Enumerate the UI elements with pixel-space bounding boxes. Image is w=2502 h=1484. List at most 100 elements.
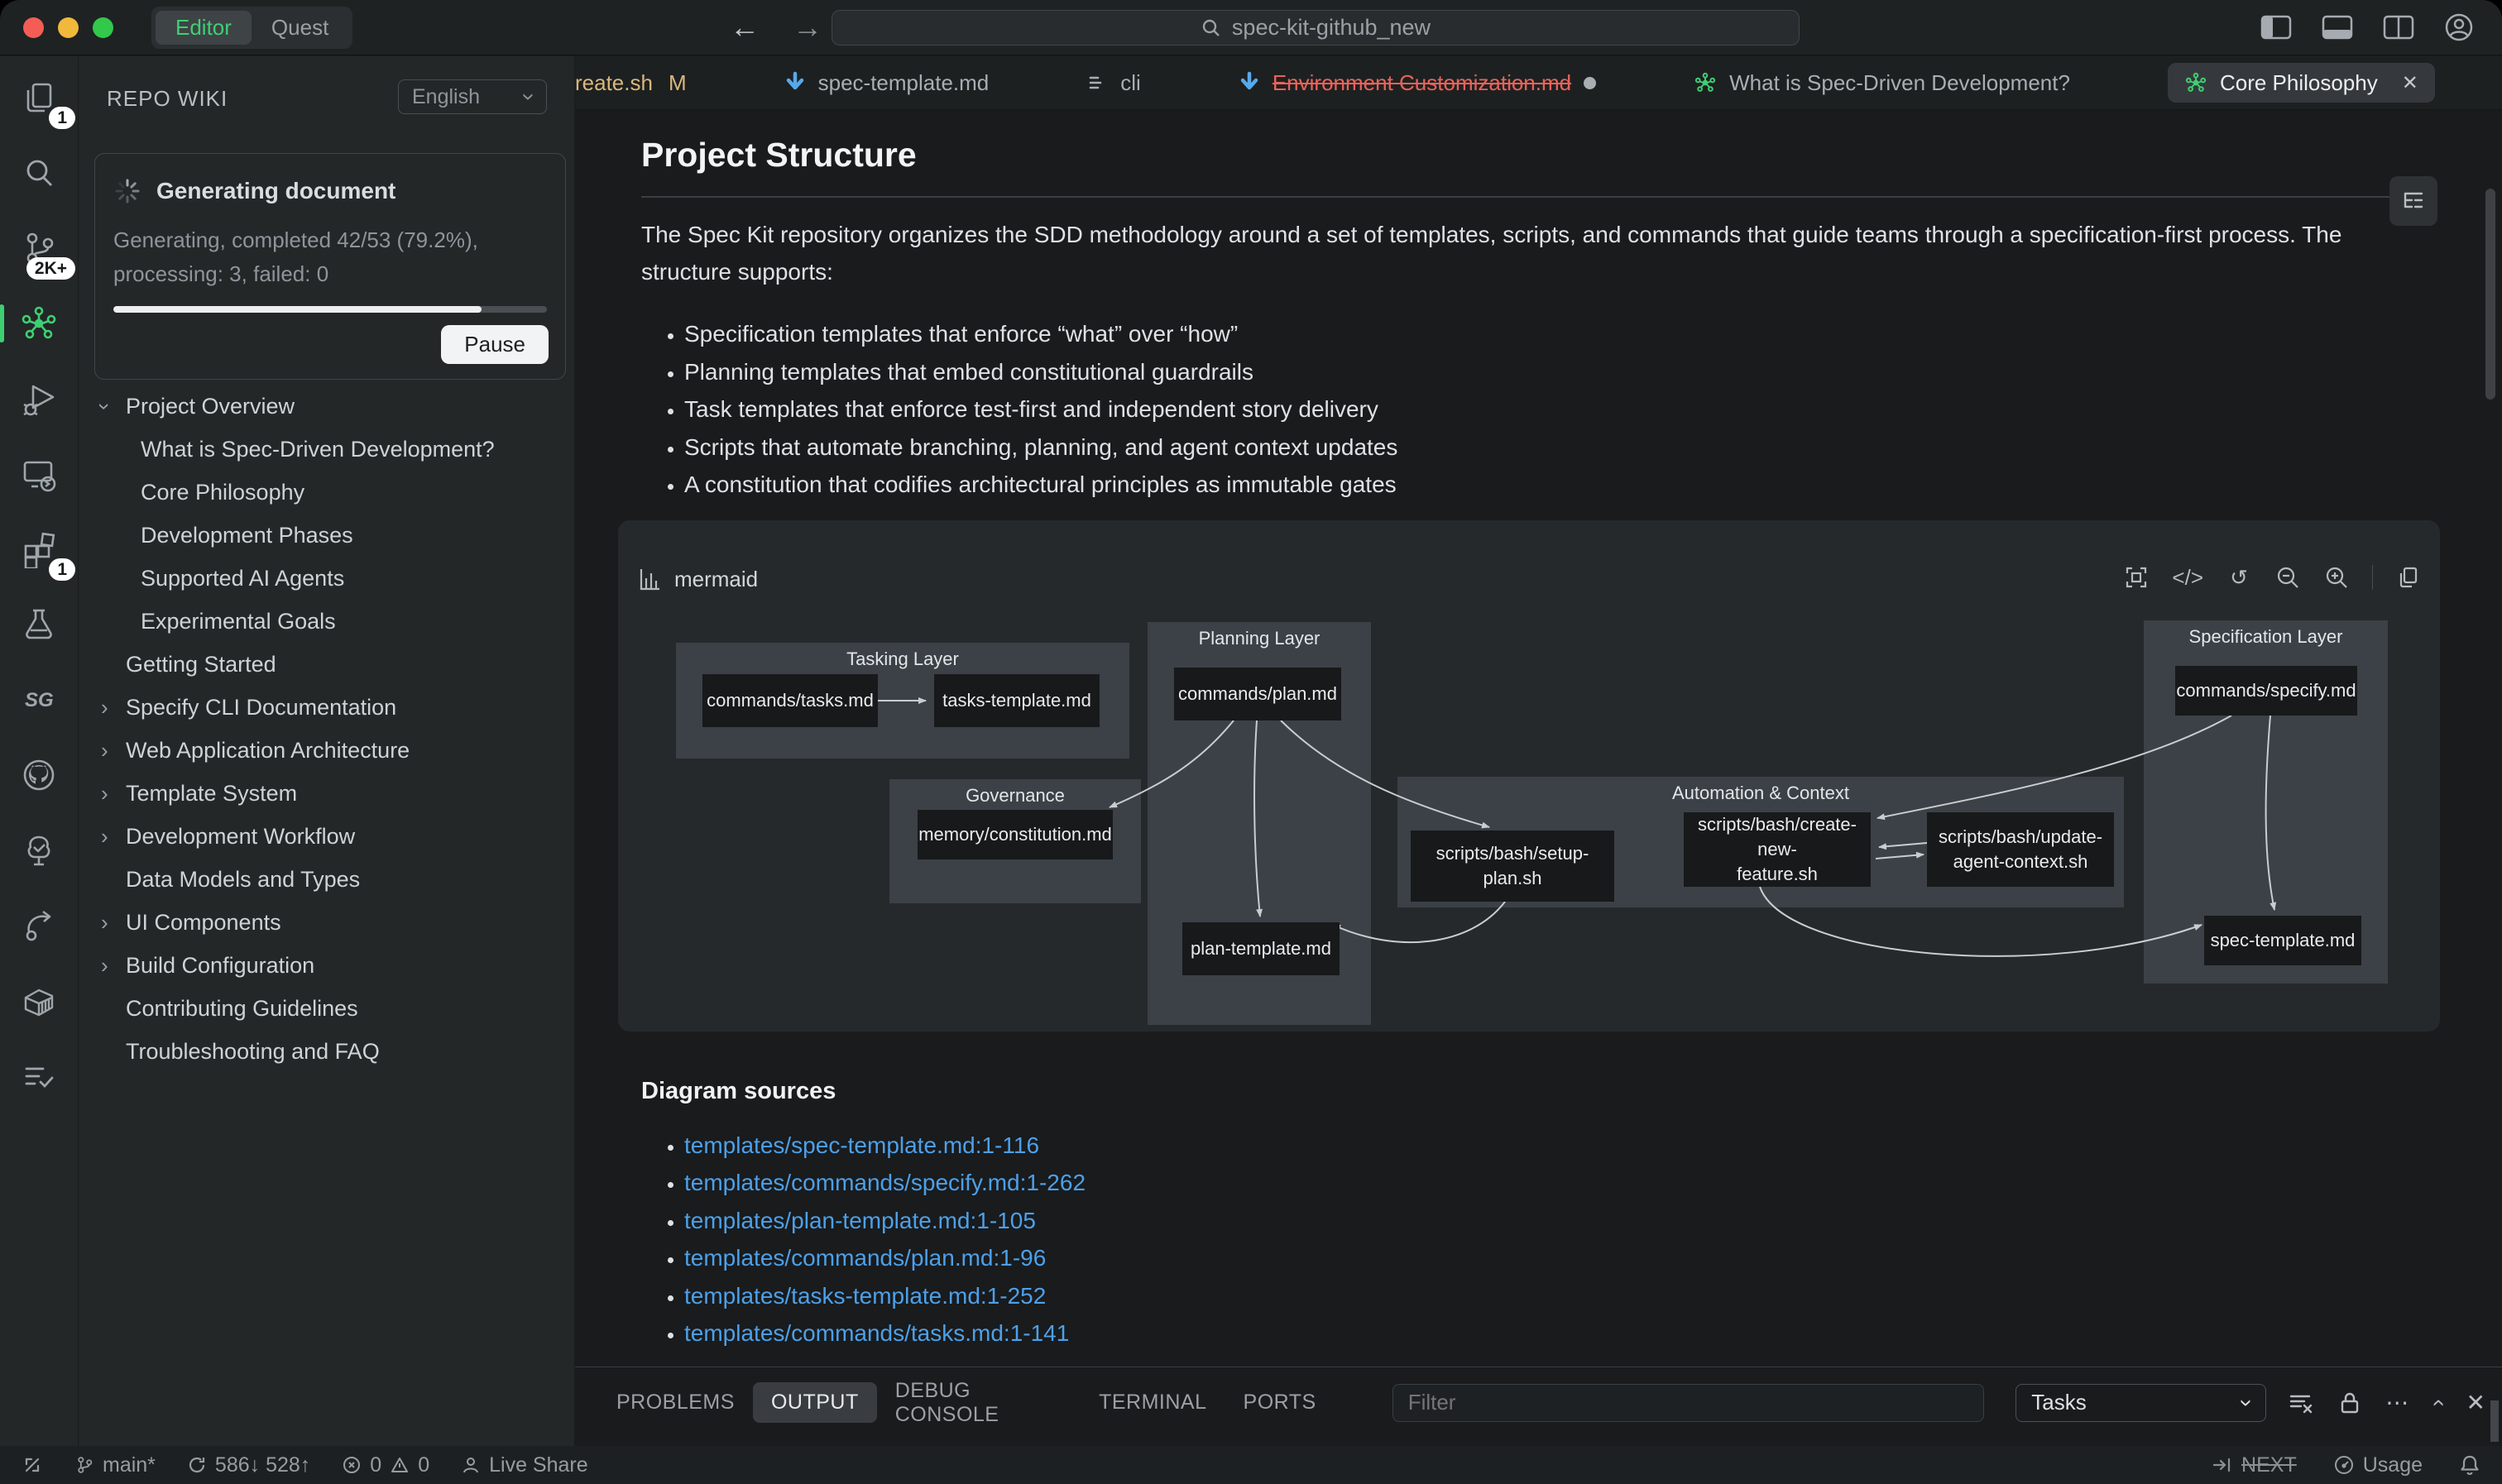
source-link[interactable]: templates/commands/tasks.md:1-141 [684, 1320, 1069, 1346]
panel-tab-debug-console[interactable]: DEBUG CONSOLE [895, 1379, 1062, 1427]
sidebar-item-run-debug[interactable] [16, 376, 62, 422]
tree-item-ui-components[interactable]: ›UI Components [79, 901, 574, 944]
diagram-sources-list: templates/spec-template.md:1-116 templat… [641, 1127, 2431, 1352]
tree-item-build-configuration[interactable]: ›Build Configuration [79, 944, 574, 987]
live-share-button[interactable]: Live Share [461, 1453, 588, 1477]
next-edit-indicator[interactable]: NEXT [2212, 1453, 2297, 1477]
list-item: templates/commands/specify.md:1-262 [684, 1164, 2431, 1202]
nav-forward-icon[interactable]: → [793, 10, 822, 45]
chevron-down-icon: › [101, 394, 126, 419]
tree-item-specify-cli-docs[interactable]: ›Specify CLI Documentation [79, 686, 574, 729]
sidebar-item-task-list[interactable] [16, 1053, 62, 1099]
tab-core-philosophy[interactable]: Core Philosophy ✕ [2168, 63, 2435, 103]
beaker-icon [20, 606, 58, 644]
tree-item-data-models[interactable]: Data Models and Types [79, 858, 574, 901]
panel-tab-output[interactable]: OUTPUT [753, 1382, 877, 1423]
diagram-node-commands-plan: commands/plan.md [1174, 668, 1341, 720]
sidebar-item-containers[interactable] [16, 978, 62, 1024]
tree-item-getting-started[interactable]: Getting Started [79, 643, 574, 686]
notifications-bell[interactable] [2459, 1453, 2480, 1477]
account-icon[interactable] [2444, 12, 2474, 42]
tab-quest[interactable]: Quest [252, 11, 348, 45]
command-center-search[interactable]: spec-kit-github_new [832, 10, 1800, 45]
tab-spec-template[interactable]: spec-template.md [784, 70, 990, 96]
lock-icon[interactable] [2339, 1391, 2361, 1415]
source-link[interactable]: templates/spec-template.md:1-116 [684, 1132, 1039, 1158]
sidebar-item-todo-tree[interactable] [16, 827, 62, 874]
sync-icon [187, 1455, 207, 1475]
clear-output-icon[interactable] [2288, 1391, 2314, 1415]
pause-button[interactable]: Pause [441, 325, 549, 364]
tab-create-sh[interactable]: reate.sh M [575, 70, 687, 96]
usage-indicator[interactable]: Usage [2333, 1453, 2423, 1477]
source-link[interactable]: templates/plan-template.md:1-105 [684, 1208, 1036, 1233]
sidebar-item-testing[interactable] [16, 601, 62, 648]
split-layout-icon[interactable] [2383, 15, 2414, 40]
sidebar-item-search[interactable] [16, 150, 62, 196]
toggle-sidebar-icon[interactable] [2260, 15, 2292, 40]
language-select[interactable]: English › [398, 79, 547, 114]
sidebar-item-remote-explorer[interactable] [16, 451, 62, 497]
maximize-panel-icon[interactable]: › [2424, 1399, 2451, 1406]
tree-item-what-is-sdd[interactable]: What is Spec-Driven Development? [79, 428, 574, 471]
sidebar-item-explorer[interactable]: 1 [16, 74, 62, 121]
panel-tab-ports[interactable]: PORTS [1244, 1391, 1316, 1415]
minimize-window-button[interactable] [58, 17, 79, 38]
tree-item-experimental-goals[interactable]: Experimental Goals [79, 600, 574, 643]
output-filter-input[interactable] [1392, 1384, 1985, 1422]
panel-tab-problems[interactable]: PROBLEMS [616, 1391, 735, 1415]
diagram-node-commands-tasks: commands/tasks.md [702, 674, 878, 727]
source-link[interactable]: templates/commands/plan.md:1-96 [684, 1245, 1046, 1271]
output-channel-select[interactable]: Tasks › [2015, 1384, 2266, 1422]
sidebar-item-sourcegraph[interactable]: SG [16, 677, 62, 723]
branch-indicator[interactable]: main* [74, 1453, 156, 1477]
tab-cli[interactable]: cli [1086, 70, 1141, 96]
tab-editor[interactable]: Editor [156, 11, 252, 45]
tab-what-is-sdd[interactable]: What is Spec-Driven Development? [1694, 70, 2070, 96]
tree-item-core-philosophy[interactable]: Core Philosophy [79, 471, 574, 514]
close-icon[interactable]: ✕ [2402, 71, 2418, 95]
list-item: templates/tasks-template.md:1-252 [684, 1277, 2431, 1315]
sidebar-item-extensions[interactable]: 1 [16, 526, 62, 572]
close-panel-icon[interactable]: ✕ [2466, 1389, 2485, 1416]
list-tree-icon [2400, 188, 2427, 214]
tree-item-web-app-architecture[interactable]: ›Web Application Architecture [79, 729, 574, 772]
tree-item-template-system[interactable]: ›Template System [79, 772, 574, 815]
repo-wiki-sidebar: REPO WIKI English › Generating document … [79, 56, 575, 1446]
chevron-right-icon: › [101, 695, 126, 720]
sidebar-item-github[interactable] [16, 752, 62, 798]
panel-more-icon[interactable]: ⋯ [2385, 1389, 2409, 1416]
editor-scrollbar[interactable] [2485, 189, 2495, 400]
tree-item-supported-ai-agents[interactable]: Supported AI Agents [79, 557, 574, 600]
sidebar-item-source-control[interactable]: 2K+ [16, 225, 62, 271]
toggle-panel-icon[interactable] [2322, 15, 2353, 40]
tree-item-contributing-guidelines[interactable]: Contributing Guidelines [79, 987, 574, 1030]
tree-item-troubleshooting-faq[interactable]: Troubleshooting and FAQ [79, 1030, 574, 1073]
sidebar-item-repo-wiki[interactable] [16, 300, 62, 347]
zoom-window-button[interactable] [93, 17, 113, 38]
tab-environment-customization[interactable]: Environment Customization.md [1239, 70, 1596, 96]
sync-indicator[interactable]: 586↓ 528↑ [187, 1453, 310, 1477]
list-item: Task templates that enforce test-first a… [684, 390, 2431, 428]
warning-icon [390, 1455, 410, 1475]
close-window-button[interactable] [23, 17, 44, 38]
sg-logo-icon: SG [20, 681, 58, 719]
tree-item-project-overview[interactable]: ›Project Overview [79, 385, 574, 428]
outline-button[interactable] [2389, 176, 2437, 226]
panel-tab-terminal[interactable]: TERMINAL [1099, 1391, 1206, 1415]
diagram-node-commands-specify: commands/specify.md [2175, 666, 2357, 716]
source-link[interactable]: templates/commands/specify.md:1-262 [684, 1170, 1086, 1195]
heading-rule [641, 196, 2431, 198]
tree-item-development-workflow[interactable]: ›Development Workflow [79, 815, 574, 858]
source-link[interactable]: templates/tasks-template.md:1-252 [684, 1283, 1046, 1309]
tree-item-development-phases[interactable]: Development Phases [79, 514, 574, 557]
gauge-icon [2333, 1454, 2355, 1476]
panel-scrollbar[interactable] [2490, 1400, 2499, 1442]
extensions-badge: 1 [49, 558, 75, 581]
nav-back-icon[interactable]: ← [730, 10, 760, 45]
resize-handle-icon[interactable] [22, 1454, 43, 1476]
list-item: templates/commands/tasks.md:1-141 [684, 1314, 2431, 1352]
sidebar-item-share[interactable] [16, 902, 62, 949]
problems-indicator[interactable]: 0 0 [342, 1453, 429, 1477]
language-value: English [412, 85, 480, 109]
